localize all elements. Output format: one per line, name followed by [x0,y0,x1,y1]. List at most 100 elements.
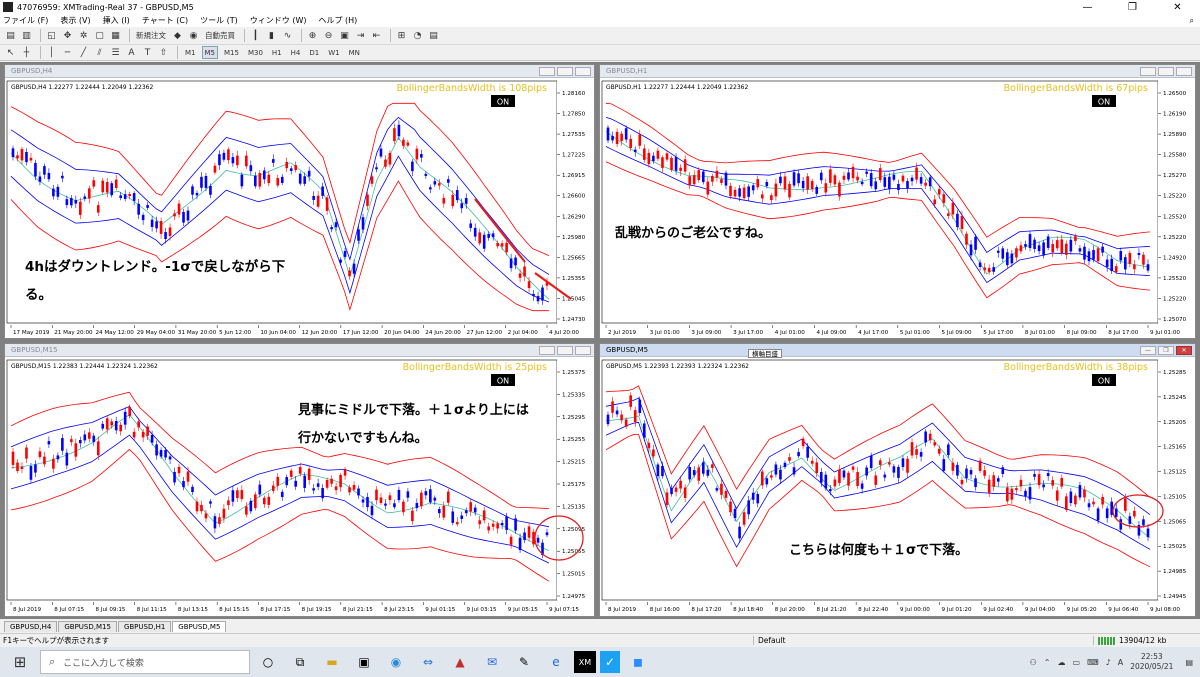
chart-window-h4[interactable]: GBPUSD,H4 GBPUSD,H4 1.22277 1.22444 1.22… [4,64,595,339]
app-icon[interactable]: ▲ [446,651,474,673]
search-icon[interactable]: ⌕ [1190,16,1194,26]
chevron-up-icon[interactable]: ⌃ [1044,658,1051,667]
timeframe-mn[interactable]: MN [346,46,363,59]
metaeditor-icon[interactable]: ◆ [171,29,184,42]
market-watch-icon[interactable]: ◱ [45,29,58,42]
price-chart[interactable]: GBPUSD,H1 1.22277 1.22444 1.22049 1.2236… [600,79,1195,339]
arrows-icon[interactable]: ⇧ [157,46,170,59]
timeframe-d1[interactable]: D1 [306,46,322,59]
timeframe-m5[interactable]: M5 [201,46,218,59]
zoom-out-icon[interactable]: ⊖ [322,29,335,42]
line-chart-icon[interactable]: ∿ [281,29,294,42]
chart-window-h1[interactable]: GBPUSD,H1 GBPUSD,H1 1.22277 1.22444 1.22… [599,64,1196,339]
file-explorer-icon[interactable]: ▬ [318,651,346,673]
chart-shift-icon[interactable]: ⇤ [370,29,383,42]
taskbar-clock[interactable]: 22:53 2020/05/21 [1130,652,1173,672]
new-chart-icon[interactable]: ▤ [4,29,17,42]
chart-minimize-button[interactable]: — [1140,345,1156,355]
tile-windows-icon[interactable]: ▣ [338,29,351,42]
xm-terminal-icon[interactable]: XM [574,651,596,673]
chart-minimize-button[interactable] [1140,66,1156,76]
horizontal-line-icon[interactable]: ─ [61,46,74,59]
chrome-icon[interactable]: ◉ [382,651,410,673]
periods-icon[interactable]: ◔ [411,29,424,42]
ime-indicator[interactable]: A [1118,658,1123,667]
chart-minimize-button[interactable] [539,345,555,355]
restore-button[interactable]: ❐ [1110,2,1155,13]
price-chart[interactable]: GBPUSD,M5 1.22393 1.22393 1.22324 1.2236… [600,358,1195,616]
zoom-app-icon[interactable]: ◼ [624,651,652,673]
text-icon[interactable]: A [125,46,138,59]
price-chart[interactable]: GBPUSD,M15 1.22383 1.22444 1.22324 1.223… [5,358,594,616]
autoscroll-icon[interactable]: ⇥ [354,29,367,42]
trendline-icon[interactable]: ╱ [77,46,90,59]
mail-icon[interactable]: ✉ [478,651,506,673]
chart-close-button[interactable] [575,66,591,76]
tab-gbpusd-m5[interactable]: GBPUSD,M5 [172,621,227,632]
templates-icon[interactable]: ▤ [427,29,440,42]
chart-close-button[interactable] [575,345,591,355]
timeframe-w1[interactable]: W1 [325,46,342,59]
menu-file[interactable]: ファイル (F) [3,15,48,26]
data-window-icon[interactable]: ✥ [61,29,74,42]
chart-maximize-button[interactable] [1158,66,1174,76]
paint-icon[interactable]: ✎ [510,651,538,673]
task-view-icon[interactable]: ⧉ [286,651,314,673]
teamviewer-icon[interactable]: ⇔ [414,651,442,673]
network-icon[interactable]: ⌨ [1087,658,1099,667]
vertical-line-icon[interactable]: │ [45,46,58,59]
cortana-icon[interactable]: ○ [254,651,282,673]
profiles-icon[interactable]: ▥ [20,29,33,42]
navigator-icon[interactable]: ✲ [77,29,90,42]
cloud-icon[interactable]: ☁ [1058,658,1066,667]
timeframe-h1[interactable]: H1 [269,46,285,59]
store-icon[interactable]: ▣ [350,651,378,673]
terminal-icon[interactable]: ▢ [93,29,106,42]
people-icon[interactable]: ⚇ [1030,658,1037,667]
label-icon[interactable]: T [141,46,154,59]
chart-close-button[interactable]: ✕ [1176,345,1192,355]
timeframe-h4[interactable]: H4 [288,46,304,59]
auto-trading-button[interactable]: 自動売買 [203,29,237,42]
signals-icon[interactable]: ◉ [187,29,200,42]
windows-start-icon[interactable]: ⊞ [0,653,40,671]
taskbar-search[interactable]: ⌕ ここに入力して検索 [40,650,250,674]
chart-maximize-button[interactable] [557,66,573,76]
tab-gbpusd-h1[interactable]: GBPUSD,H1 [117,621,172,632]
timeframe-m1[interactable]: M1 [182,46,199,59]
menu-help[interactable]: ヘルプ (H) [318,15,357,26]
zoom-in-icon[interactable]: ⊕ [306,29,319,42]
timeframe-m15[interactable]: M15 [221,46,242,59]
crosshair-icon[interactable]: ┼ [20,46,33,59]
menu-view[interactable]: 表示 (V) [60,15,90,26]
candlestick-icon[interactable]: ▮ [265,29,278,42]
channel-icon[interactable]: ⫽ [93,46,106,59]
tab-gbpusd-m15[interactable]: GBPUSD,M15 [58,621,117,632]
price-chart[interactable]: GBPUSD,H4 1.22277 1.22444 1.22049 1.2236… [5,79,594,339]
fibonacci-icon[interactable]: ☰ [109,46,122,59]
twitter-icon[interactable]: ✓ [600,651,620,673]
timeframe-m30[interactable]: M30 [245,46,266,59]
chart-maximize-button[interactable] [557,345,573,355]
chart-window-m15[interactable]: GBPUSD,M15 GBPUSD,M15 1.22383 1.22444 1.… [4,343,595,617]
indicators-icon[interactable]: ⊞ [395,29,408,42]
minimize-button[interactable]: — [1065,2,1110,13]
menu-insert[interactable]: 挿入 (I) [103,15,130,26]
volume-icon[interactable]: ♪ [1106,658,1111,667]
cursor-icon[interactable]: ↖ [4,46,17,59]
chart-window-m5[interactable]: GBPUSD,M5 — ❐ ✕ GBPUSD,M5 1.22393 1.22393 … [599,343,1196,617]
menu-tools[interactable]: ツール (T) [200,15,238,26]
edge-icon[interactable]: e [542,651,570,673]
menu-window[interactable]: ウィンドウ (W) [250,15,307,26]
tab-gbpusd-h4[interactable]: GBPUSD,H4 [4,621,58,632]
chart-minimize-button[interactable] [539,66,555,76]
chart-restore-button[interactable]: ❐ [1158,345,1174,355]
battery-icon[interactable]: ▭ [1073,658,1081,667]
menu-chart[interactable]: チャート (C) [142,15,188,26]
new-order-button[interactable]: 新規注文 [134,29,168,42]
bar-chart-icon[interactable]: ┃ [249,29,262,42]
close-button[interactable]: ✕ [1155,2,1200,13]
strategy-tester-icon[interactable]: ▦ [109,29,122,42]
chart-close-button[interactable] [1176,66,1192,76]
notifications-icon[interactable]: ▤ [1185,658,1193,667]
